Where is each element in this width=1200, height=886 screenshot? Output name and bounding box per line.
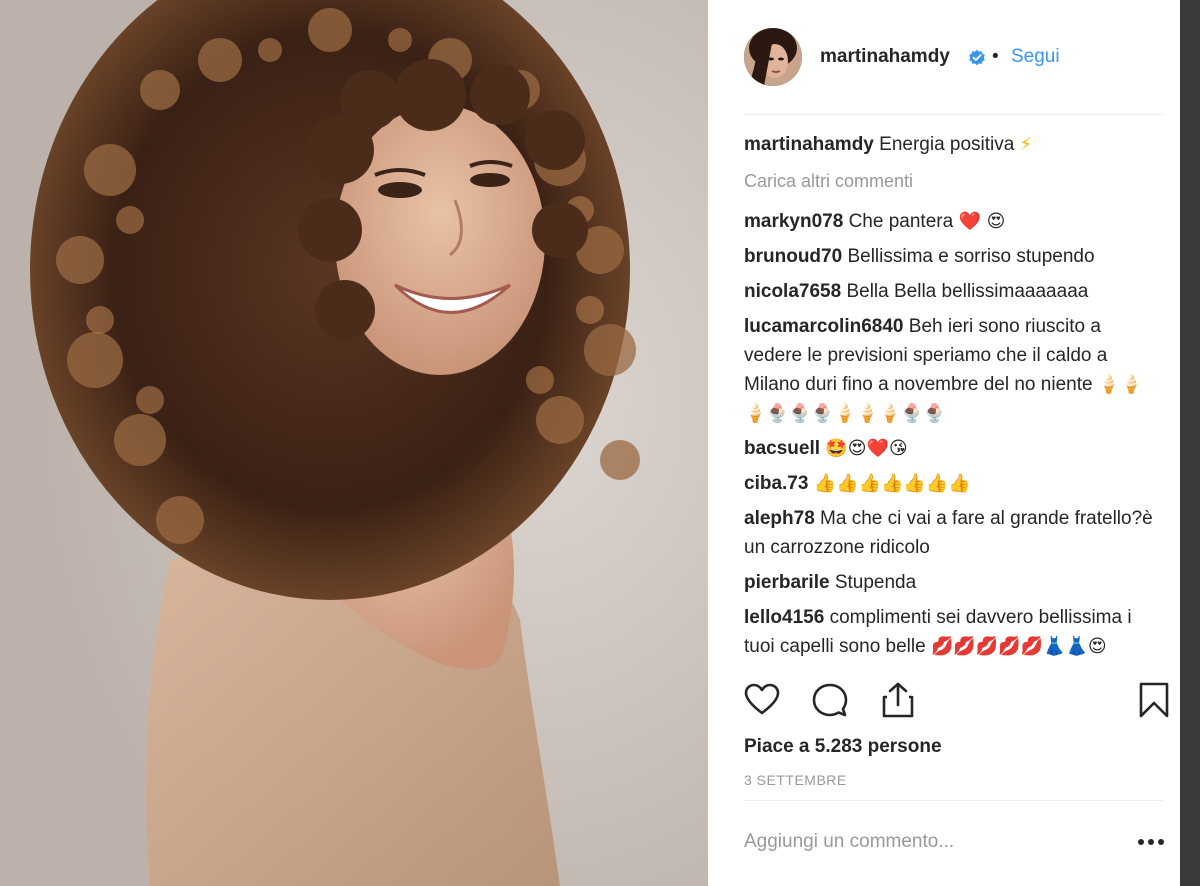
comment-username[interactable]: lucamarcolin6840 xyxy=(744,316,903,337)
comment-emoji: ❤️ 😍 xyxy=(958,211,1006,232)
comment-username[interactable]: ciba.73 xyxy=(744,473,808,494)
comment-text: Bella Bella bellissimaaaaaaa xyxy=(846,281,1089,302)
comment-emoji: 💋💋💋💋💋👗👗😍 xyxy=(930,636,1107,657)
heart-icon[interactable] xyxy=(744,682,780,718)
comment-username[interactable]: bacsuell xyxy=(744,438,820,459)
comment-item: aleph78 Ma che ci vai a fare al grande f… xyxy=(744,504,1162,562)
likes-count[interactable]: Piace a 5.283 persone xyxy=(744,736,942,758)
comment-text: Bellissima e sorriso stupendo xyxy=(847,246,1095,267)
comment-username[interactable]: pierbarile xyxy=(744,572,830,593)
comment-item: ciba.73 👍👍👍👍👍👍👍 xyxy=(744,469,1162,498)
post-window: martinahamdy • Segui martinahamdy Energi… xyxy=(0,0,1200,886)
comment-icon[interactable] xyxy=(812,682,848,718)
comment-username[interactable]: nicola7658 xyxy=(744,281,841,302)
load-more-comments-button[interactable]: Carica altri commenti xyxy=(744,167,1162,195)
comment-item: lucamarcolin6840 Beh ieri sono riuscito … xyxy=(744,312,1162,428)
comment-item: bacsuell 🤩😍❤️😘 xyxy=(744,434,1162,463)
avatar[interactable] xyxy=(744,28,802,86)
lightning-emoji: ⚡ xyxy=(1019,134,1033,155)
add-comment-input[interactable] xyxy=(744,826,1104,858)
comment-item: markyn078 Che pantera ❤️ 😍 xyxy=(744,207,1162,236)
comment-username[interactable]: aleph78 xyxy=(744,508,815,529)
share-icon[interactable] xyxy=(880,682,916,718)
post-photo[interactable] xyxy=(0,0,708,886)
comment-item: brunoud70 Bellissima e sorriso stupendo xyxy=(744,242,1162,271)
header-divider xyxy=(744,114,1164,115)
post-header: martinahamdy • Segui xyxy=(708,0,1180,114)
follow-button[interactable]: Segui xyxy=(1011,46,1060,68)
comment-emoji: 🤩😍❤️😘 xyxy=(825,438,908,459)
more-options-icon[interactable] xyxy=(1136,834,1166,850)
comment-item: lello4156 complimenti sei davvero bellis… xyxy=(744,603,1162,661)
portrait-image xyxy=(0,0,708,886)
comment-item: nicola7658 Bella Bella bellissimaaaaaaa xyxy=(744,277,1162,306)
comment-text: Stupenda xyxy=(834,572,917,593)
post-details-panel: martinahamdy • Segui martinahamdy Energi… xyxy=(708,0,1180,886)
comment-username[interactable]: markyn078 xyxy=(744,211,843,232)
window-edge xyxy=(1180,0,1200,886)
comment-emoji: 👍👍👍👍👍👍👍 xyxy=(813,473,971,494)
separator-dot: • xyxy=(992,46,999,67)
action-bar xyxy=(744,682,1174,722)
comment-text: Che pantera xyxy=(848,211,954,232)
comment-item: pierbarile Stupenda xyxy=(744,568,1162,597)
post-caption: martinahamdy Energia positiva ⚡ xyxy=(744,130,1162,159)
username-link[interactable]: martinahamdy xyxy=(820,46,950,68)
comment-username[interactable]: brunoud70 xyxy=(744,246,842,267)
verified-badge-icon xyxy=(969,49,985,66)
footer-divider xyxy=(744,800,1164,801)
comment-username[interactable]: lello4156 xyxy=(744,607,824,628)
caption-text: Energia positiva xyxy=(879,134,1015,155)
comments-list[interactable]: martinahamdy Energia positiva ⚡ Carica a… xyxy=(744,130,1162,664)
caption-username[interactable]: martinahamdy xyxy=(744,134,874,155)
bookmark-icon[interactable] xyxy=(1136,682,1172,718)
post-date[interactable]: 3 SETTEMBRE xyxy=(744,772,847,788)
